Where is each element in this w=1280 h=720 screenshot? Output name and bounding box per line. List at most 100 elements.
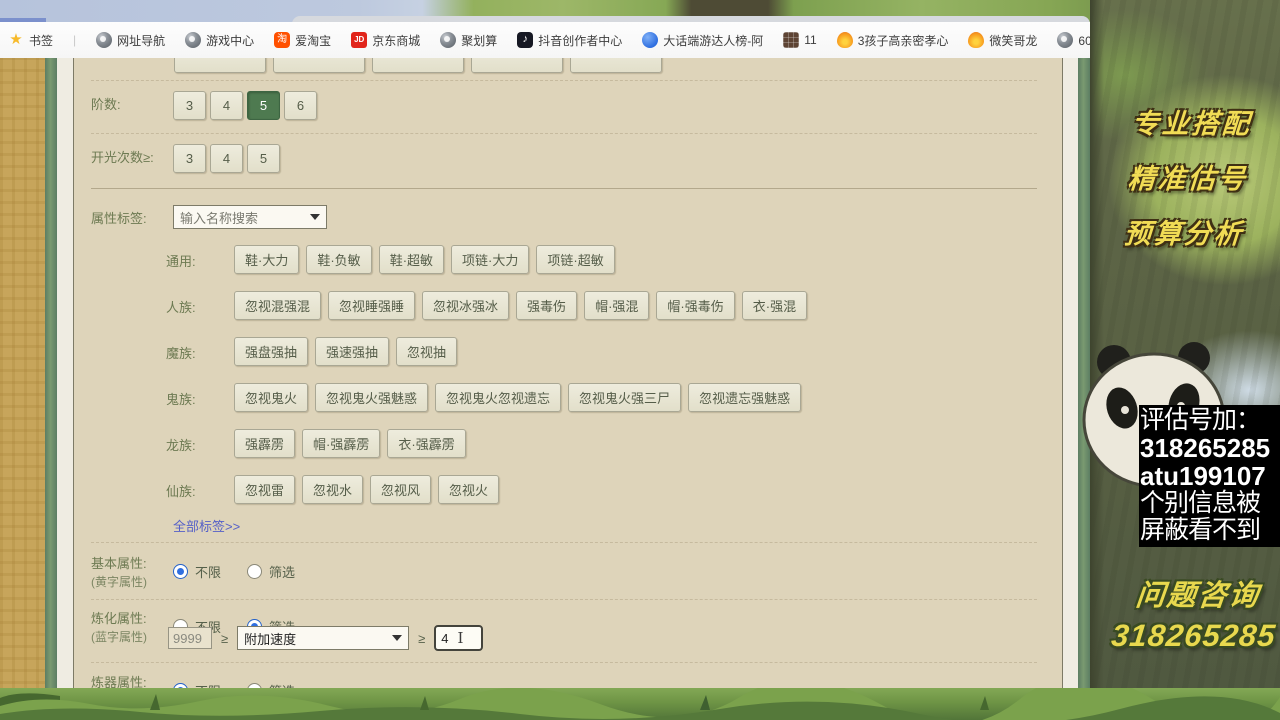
bookmark-item[interactable]: 聚划算 [440,32,497,49]
contact-line: atu199107 [1140,461,1266,492]
bookmark-label: 大话端游达人榜-阿 [663,33,764,48]
tag-search-dropdown[interactable]: 输入名称搜索 [173,205,327,229]
tag-group-label: 龙族: [166,438,196,453]
tag-button[interactable]: 忽视混强混 [234,291,322,320]
radio-option[interactable]: 不限 [173,552,221,590]
promo-line: 精准估号 [1126,164,1250,194]
contact-line: 屏蔽看不到 [1140,516,1261,545]
tag-button[interactable]: 强霹雳 [234,429,296,458]
tag-button[interactable]: 忽视鬼火强三尸 [568,383,682,412]
tag-button[interactable]: 帽·强混 [584,291,650,320]
radio-icon[interactable] [173,563,188,579]
promo-line: 预算分析 [1123,219,1246,249]
chevron-down-icon [392,635,403,641]
bookmark-item[interactable]: 3孩子高亲密孝心 [836,32,948,49]
clipped-button[interactable] [471,58,563,73]
clipped-button[interactable] [273,58,365,73]
tag-list: 强霹雳 帽·强霹雳 衣·强霹雳 [234,429,466,458]
divider [91,80,1037,81]
tag-group-row: 鬼族: 忽视鬼火 忽视鬼火强魅惑 忽视鬼火忽视遗忘 忽视鬼火强三尸 忽视遗忘强魅惑 [166,383,807,412]
tag-button[interactable]: 衣·强霹雳 [387,429,466,458]
bookmark-label: 京东商城 [372,33,421,48]
refine-attr-sublabel: (蓝字属性) [91,630,147,644]
tag-button[interactable]: 忽视风 [370,475,432,504]
tag-button[interactable]: 鞋·负敏 [306,245,372,274]
tag-list: 忽视鬼火 忽视鬼火强魅惑 忽视鬼火忽视遗忘 忽视鬼火强三尸 忽视遗忘强魅惑 [234,383,802,412]
bookmark-item[interactable]: 网址导航 [96,32,165,49]
all-tags-link[interactable]: 全部标签>> [173,516,240,535]
bookmark-item[interactable]: 11 [783,32,817,48]
bookmark-item[interactable]: 微笑哥龙 [968,32,1037,49]
globe-icon [440,32,457,48]
bookmark-item[interactable]: JD 京东商城 [351,32,420,49]
tag-button[interactable]: 鞋·大力 [234,245,300,274]
contact-info-box: 评估号加： 318265285 atu199107 个别信息被 屏蔽看不到 [1139,405,1280,548]
max-value-input[interactable]: 9999 [168,627,212,649]
jd-icon: JD [351,32,368,48]
refine-filter-row: 9999 ≥ 附加速度 ≥ 4 I [168,625,484,651]
bookmark-label: 抖音创作者中心 [538,33,623,48]
bookmark-label: 书签 [29,33,54,48]
bookmark-item[interactable]: 游戏中心 [185,32,254,49]
tag-button[interactable]: 衣·强混 [741,291,808,320]
option-button[interactable]: 5 [247,144,280,173]
bookmark-item[interactable]: 淘爱淘宝 [274,32,331,49]
flame-icon [968,32,985,48]
bookmark-item[interactable]: ♪ 抖音创作者中心 [517,32,622,49]
bookmark-item[interactable]: ★ 书签 [8,32,53,49]
tag-button[interactable]: 帽·强霹雳 [302,429,381,458]
clipped-button[interactable] [174,58,266,73]
min-value-input[interactable]: 4 I [434,625,484,651]
tag-button[interactable]: 强速强抽 [315,337,390,366]
taobao-icon: 淘 [274,32,291,48]
radio-label: 筛选 [269,564,296,580]
tag-button[interactable]: 忽视雷 [234,475,296,504]
tag-button[interactable]: 强毒伤 [516,291,578,320]
flame-icon [836,32,853,48]
bookmark-item[interactable]: 大话端游达人榜-阿 [642,32,763,49]
tag-list: 忽视混强混 忽视睡强睡 忽视冰强冰 强毒伤 帽·强混 帽·强毒伤 衣·强混 [234,291,808,320]
option-button[interactable]: 6 [284,91,317,120]
radio-option[interactable]: 筛选 [247,552,295,590]
contact-line: 318265285 [1140,433,1271,463]
tag-group-row: 龙族: 强霹雳 帽·强霹雳 衣·强霹雳 [166,429,807,458]
basic-attr-label: 基本属性: (黄字属性) [91,550,173,590]
divider [91,542,1037,543]
tag-button[interactable]: 忽视鬼火强魅惑 [315,383,429,412]
consult-text: 问题咨询 318265285 [1108,572,1280,654]
tag-button[interactable]: 项链·超敏 [536,245,615,274]
tag-list: 忽视雷 忽视水 忽视风 忽视火 [234,475,500,504]
option-button[interactable]: 5 [247,91,280,120]
bookmark-item[interactable]: 60加60.3高亲密孝 [1057,32,1093,49]
tag-button[interactable]: 忽视火 [438,475,500,504]
option-button[interactable]: 4 [210,144,243,173]
attribute-dropdown[interactable]: 附加速度 [237,626,410,650]
tag-button[interactable]: 忽视鬼火 [234,383,309,412]
right-page-margin [1062,58,1079,720]
left-green-border [45,58,57,720]
divider [91,599,1037,600]
tag-button[interactable]: 忽视水 [302,475,364,504]
tag-group-row: 人族: 忽视混强混 忽视睡强睡 忽视冰强冰 强毒伤 帽·强混 帽·强毒伤 衣·强混 [166,291,808,320]
clipped-button[interactable] [372,58,464,73]
attribute-dropdown-value: 附加速度 [244,631,297,647]
clipped-button[interactable] [570,58,662,73]
tag-button[interactable]: 忽视睡强睡 [328,291,416,320]
tag-button[interactable]: 鞋·超敏 [378,245,445,274]
tag-button[interactable]: 忽视抽 [396,337,458,366]
tag-button[interactable]: 忽视鬼火忽视遗忘 [435,383,562,412]
option-button[interactable]: 3 [173,144,206,173]
tag-group-label: 通用: [166,254,196,269]
tag-button[interactable]: 项链·大力 [451,245,530,274]
tag-button[interactable]: 忽视遗忘强魅惑 [688,383,802,412]
tag-button[interactable]: 帽·强毒伤 [656,291,735,320]
tag-list: 强盘强抽 强速强抽 忽视抽 [234,337,458,366]
option-button[interactable]: 4 [210,91,243,120]
option-button[interactable]: 3 [173,91,206,120]
tag-button[interactable]: 强盘强抽 [234,337,309,366]
tag-group-label: 鬼族: [166,392,196,407]
tag-button[interactable]: 忽视冰强冰 [422,291,510,320]
search-filter-panel: 阶数: 3456 开光次数≥: 345 属性标签: 输入名称搜索 通用: 鞋·大力… [74,58,1062,720]
radio-icon[interactable] [247,563,263,579]
bookmark-label: 11 [804,33,817,47]
